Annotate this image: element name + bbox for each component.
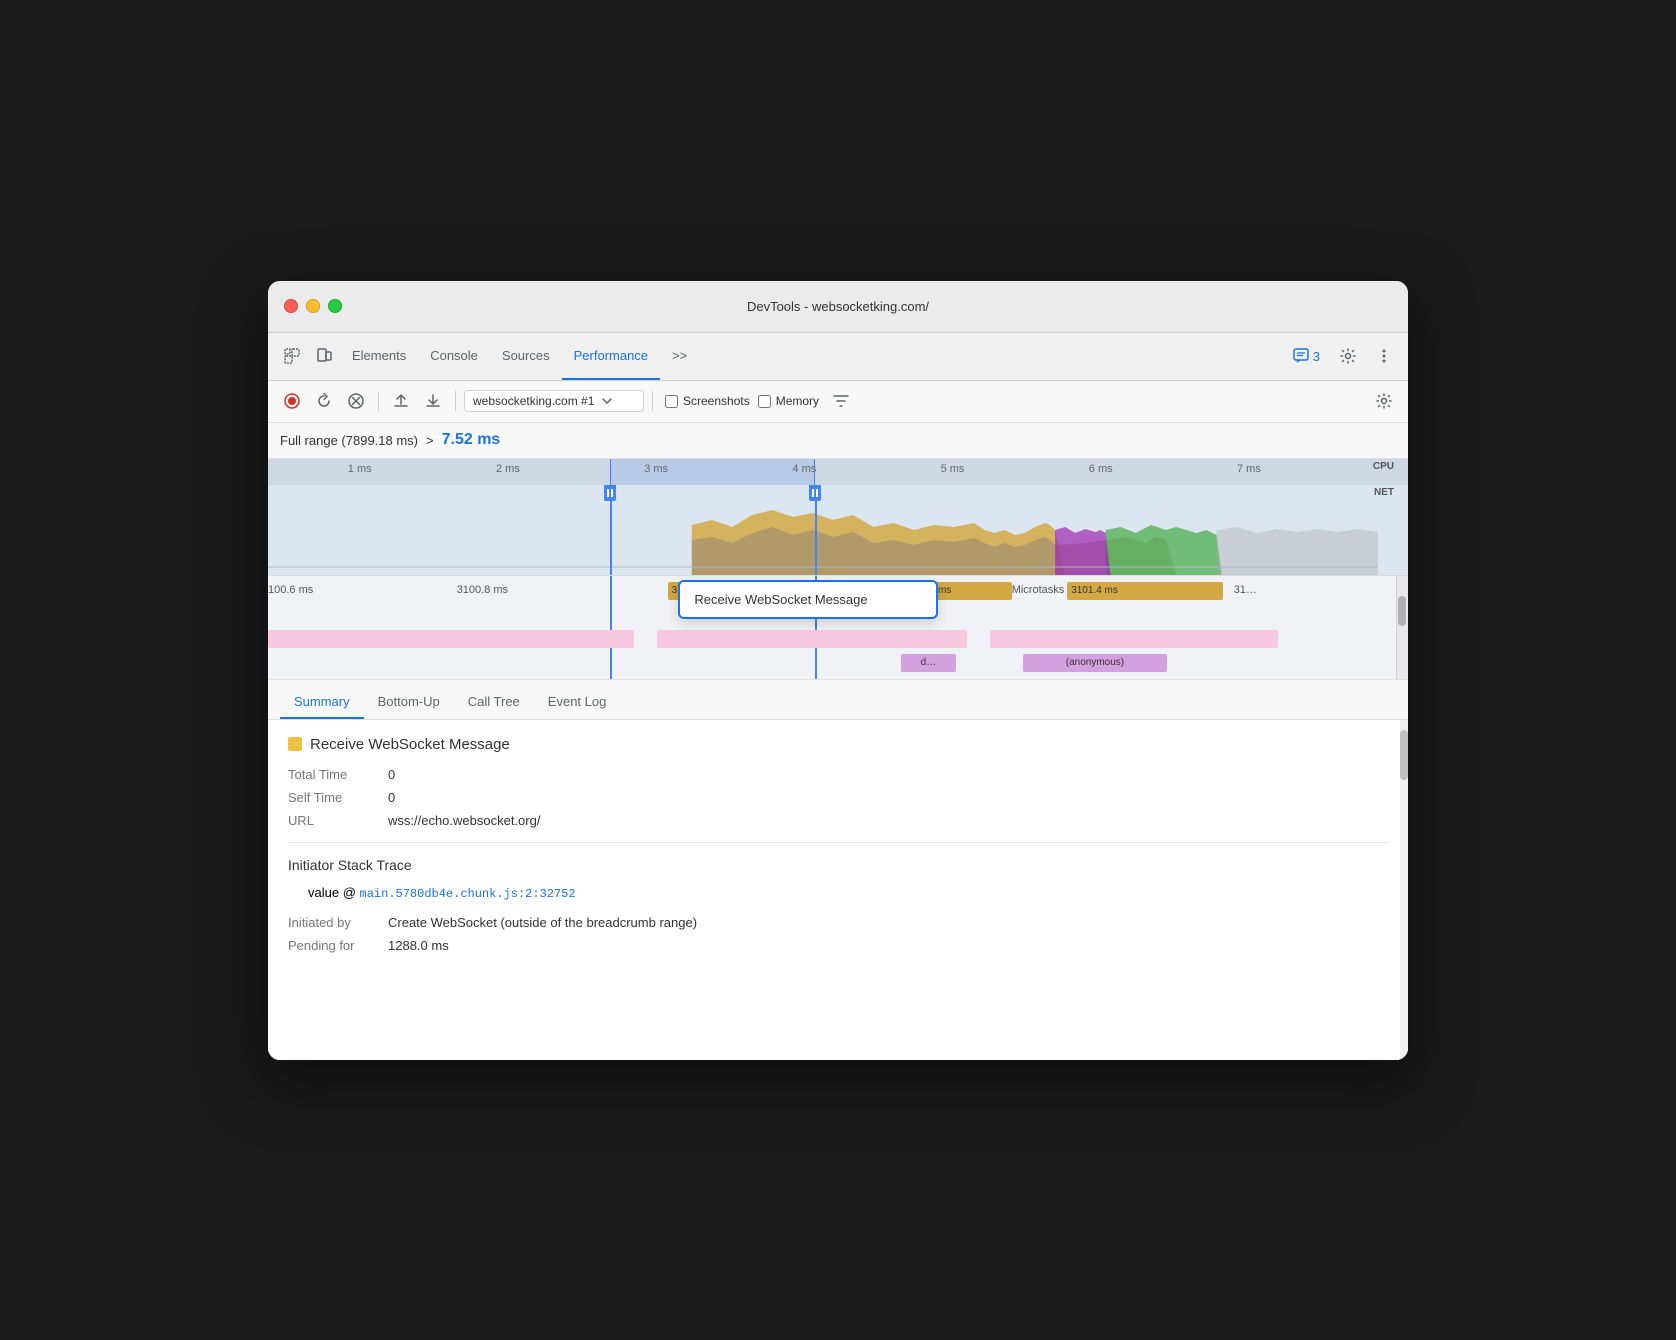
close-button[interactable] [284,299,298,313]
summary-panel: Receive WebSocket Message Total Time 0 S… [268,720,1408,1060]
devtools-right-icons: 3 [1285,340,1400,372]
feedback-button[interactable]: 3 [1285,344,1328,368]
pending-for-row: Pending for 1288.0 ms [288,938,1388,953]
timeline-area: 1 ms 2 ms 3 ms 4 ms 5 ms 6 ms 7 ms CPU [268,459,1408,679]
tab-sources[interactable]: Sources [490,332,562,380]
minimize-button[interactable] [306,299,320,313]
ruler-tick-2ms: 2 ms [496,459,520,475]
selector-icon[interactable] [276,340,308,372]
url-label: URL [288,813,378,828]
pending-for-label: Pending for [288,938,378,953]
tab-elements[interactable]: Elements [340,332,418,380]
ruler-tick-5ms: 5 ms [941,459,965,475]
initiated-by-row: Initiated by Create WebSocket (outside o… [288,911,1388,930]
self-time-value: 0 [388,790,395,805]
ruler-tick-6ms: 6 ms [1089,459,1113,475]
traffic-lights [284,299,342,313]
pending-for-value: 1288.0 ms [388,938,449,953]
tab-performance[interactable]: Performance [562,332,660,380]
self-time-label: Self Time [288,790,378,805]
tab-summary[interactable]: Summary [280,686,364,719]
range-bar: Full range (7899.18 ms) > 7.52 ms [268,423,1408,459]
tab-console[interactable]: Console [418,332,490,380]
initiated-by-label: Initiated by [288,915,378,930]
total-time-value: 0 [388,767,395,782]
summary-title: Receive WebSocket Message [288,736,1388,753]
tab-event-log[interactable]: Event Log [534,686,621,719]
memory-checkbox-label[interactable]: Memory [758,394,819,408]
flame-chart-area: 100.6 ms 3100.8 ms 3101.0 ms Function Ca… [268,575,1408,679]
url-selector-text: websocketking.com #1 [473,394,594,408]
tab-call-tree[interactable]: Call Tree [454,686,534,719]
cpu-chart: NET [268,485,1408,575]
self-time-row: Self Time 0 [288,790,1388,805]
performance-toolbar: websocketking.com #1 Screenshots Memory [268,381,1408,423]
reload-record-button[interactable] [310,387,338,415]
bottom-section: Summary Bottom-Up Call Tree Event Log Re… [268,679,1408,1060]
ruler-tick-4ms: 4 ms [792,459,816,475]
download-button[interactable] [419,387,447,415]
record-button[interactable] [278,387,306,415]
separator-3 [652,391,653,411]
devtools-window: DevTools - websocketking.com/ Elements C… [268,281,1408,1060]
ruler-tick-3ms: 3 ms [644,459,668,475]
full-range-label: Full range (7899.18 ms) [280,433,418,448]
badge-count: 3 [1313,349,1320,364]
upload-button[interactable] [387,387,415,415]
event-title: Receive WebSocket Message [310,736,510,753]
tooltip-popup: Receive WebSocket Message [678,580,938,619]
total-time-label: Total Time [288,767,378,782]
maximize-button[interactable] [328,299,342,313]
url-selector[interactable]: websocketking.com #1 [464,390,644,412]
summary-scrollbar[interactable] [1400,720,1408,1060]
tab-bottom-up[interactable]: Bottom-Up [364,686,454,719]
stack-indent-label: value @ [308,885,356,900]
net-label: NET [1374,487,1394,498]
total-time-row: Total Time 0 [288,767,1388,782]
bottom-tabs: Summary Bottom-Up Call Tree Event Log [268,680,1408,720]
memory-checkbox[interactable] [758,395,771,408]
window-title: DevTools - websocketking.com/ [747,299,929,314]
range-arrow: > [426,433,434,448]
title-bar: DevTools - websocketking.com/ [268,281,1408,333]
device-icon[interactable] [308,340,340,372]
ruler-tick-7ms: 7 ms [1237,459,1261,475]
separator-1 [378,391,379,411]
screenshots-checkbox[interactable] [665,395,678,408]
stack-trace-row: value @ main.5780db4e.chunk.js:2:32752 [288,885,1388,901]
settings-icon[interactable] [1332,340,1364,372]
timeline-scrollbar[interactable] [1396,576,1408,679]
stack-link[interactable]: main.5780db4e.chunk.js:2:32752 [360,887,576,901]
capture-settings-gear[interactable] [1370,387,1398,415]
ruler-tick-1ms: 1 ms [348,459,372,475]
divider-1 [288,842,1388,843]
clear-button[interactable] [342,387,370,415]
url-row: URL wss://echo.websocket.org/ [288,813,1388,828]
url-value: wss://echo.websocket.org/ [388,813,540,828]
separator-2 [455,391,456,411]
tab-more[interactable]: >> [660,332,699,380]
initiated-by-value: Create WebSocket (outside of the breadcr… [388,915,697,930]
more-icon[interactable] [1368,340,1400,372]
tooltip-text: Receive WebSocket Message [694,592,867,607]
screenshots-checkbox-label[interactable]: Screenshots [665,394,750,408]
capture-settings-icon[interactable] [827,387,855,415]
range-selection: 7.52 ms [442,431,501,449]
initiator-section-title: Initiator Stack Trace [288,857,1388,873]
event-color-square [288,737,302,751]
timeline-ruler: 1 ms 2 ms 3 ms 4 ms 5 ms 6 ms 7 ms CPU [268,459,1408,485]
cpu-label: CPU [1373,461,1394,472]
devtools-tabs-bar: Elements Console Sources Performance >> … [268,333,1408,381]
